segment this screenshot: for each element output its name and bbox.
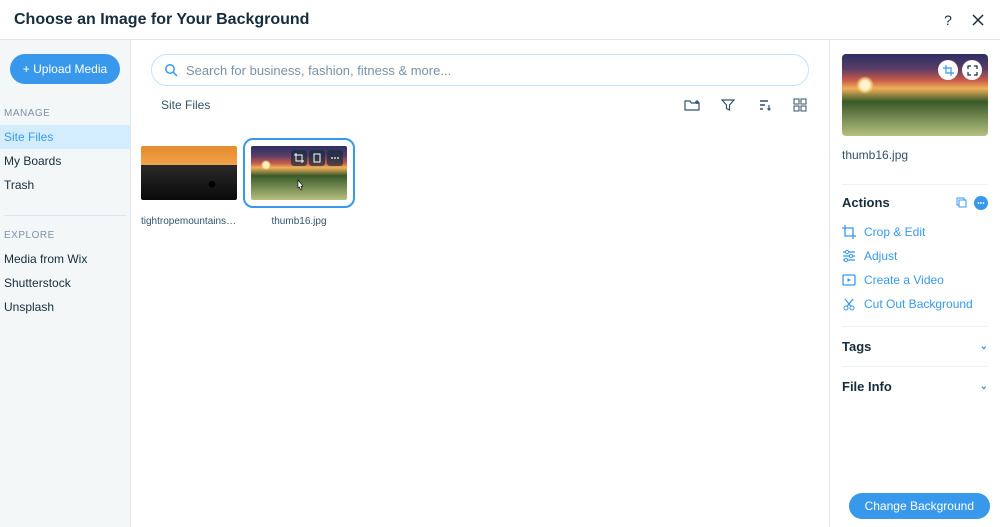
sidebar: + Upload Media MANAGE Site Files My Boar… xyxy=(0,40,131,527)
file-grid: tightropemountains.jpg thumb16.jpg xyxy=(131,120,829,227)
change-background-button[interactable]: Change Background xyxy=(849,493,990,519)
more-icon[interactable] xyxy=(327,150,343,166)
filter-icon[interactable] xyxy=(719,96,737,114)
cursor-icon xyxy=(293,179,307,198)
file-info-section[interactable]: File Info ⌄ xyxy=(842,366,988,406)
search-icon xyxy=(164,63,178,77)
sidebar-item-trash[interactable]: Trash xyxy=(0,173,130,197)
sidebar-item-site-files[interactable]: Site Files xyxy=(0,125,130,149)
toolbar: Site Files xyxy=(131,94,829,120)
chevron-down-icon: ⌄ xyxy=(980,341,988,352)
thumbnail-hover-actions xyxy=(291,150,343,166)
file-caption: tightropemountains.jpg xyxy=(141,216,237,227)
tags-section[interactable]: Tags ⌄ xyxy=(842,326,988,366)
copy-icon[interactable] xyxy=(954,196,968,210)
sidebar-item-my-boards[interactable]: My Boards xyxy=(0,149,130,173)
sidebar-item-shutterstock[interactable]: Shutterstock xyxy=(0,271,130,295)
help-icon[interactable]: ? xyxy=(940,12,956,28)
action-adjust[interactable]: Adjust xyxy=(842,244,988,268)
view-grid-icon[interactable] xyxy=(791,96,809,114)
more-actions-icon[interactable] xyxy=(974,196,988,210)
file-thumbnail[interactable] xyxy=(251,146,347,200)
upload-media-button[interactable]: + Upload Media xyxy=(10,54,120,84)
actions-heading: Actions xyxy=(842,184,988,210)
search-input-wrapper[interactable] xyxy=(151,54,809,86)
dialog-footer: Change Background xyxy=(849,493,990,519)
sidebar-divider xyxy=(4,215,126,216)
breadcrumb: Site Files xyxy=(161,98,210,112)
new-folder-icon[interactable] xyxy=(683,96,701,114)
file-thumbnail[interactable] xyxy=(141,146,237,200)
dialog-title: Choose an Image for Your Background xyxy=(14,11,926,29)
action-cut-out-background[interactable]: Cut Out Background xyxy=(842,292,988,316)
file-card[interactable]: tightropemountains.jpg xyxy=(141,146,237,227)
file-caption: thumb16.jpg xyxy=(251,216,347,227)
preview-crop-icon[interactable] xyxy=(938,60,958,80)
details-panel: thumb16.jpg Actions Crop & Edit Adjust C… xyxy=(830,40,1000,527)
main-area: Site Files tightropemountains.jpg xyxy=(131,40,830,527)
action-crop-edit[interactable]: Crop & Edit xyxy=(842,220,988,244)
sort-icon[interactable] xyxy=(755,96,773,114)
chevron-down-icon: ⌄ xyxy=(980,381,988,392)
selected-filename: thumb16.jpg xyxy=(842,148,988,162)
preview-expand-icon[interactable] xyxy=(962,60,982,80)
action-create-video[interactable]: Create a Video xyxy=(842,268,988,292)
dialog-header: Choose an Image for Your Background ? xyxy=(0,0,1000,40)
sidebar-section-explore: EXPLORE xyxy=(0,230,130,247)
crop-icon[interactable] xyxy=(291,150,307,166)
sidebar-item-unsplash[interactable]: Unsplash xyxy=(0,295,130,319)
sidebar-item-media-from-wix[interactable]: Media from Wix xyxy=(0,247,130,271)
close-icon[interactable] xyxy=(970,12,986,28)
preview-image xyxy=(842,54,988,136)
search-input[interactable] xyxy=(186,63,796,78)
sidebar-section-manage: MANAGE xyxy=(0,108,130,125)
file-card[interactable]: thumb16.jpg xyxy=(251,146,347,227)
tag-icon[interactable] xyxy=(309,150,325,166)
